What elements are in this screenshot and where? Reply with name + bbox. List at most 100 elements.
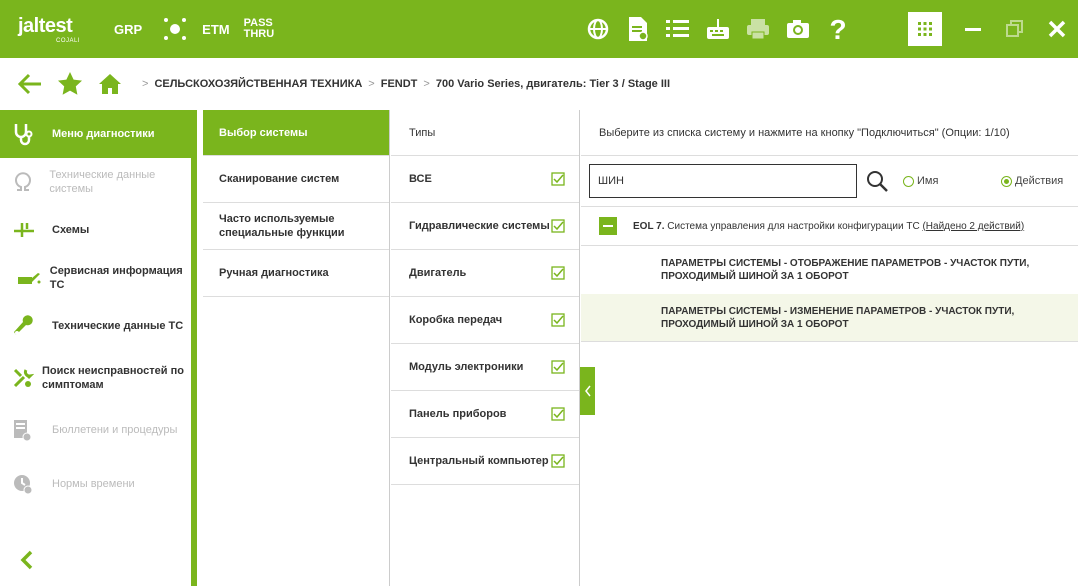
radio-unchecked-icon	[903, 175, 914, 187]
sidebar-item-service-info[interactable]: Сервисная информация ТС	[0, 254, 191, 302]
system-select-item[interactable]: Выбор системы	[203, 110, 389, 156]
sidebar-item-time-norms[interactable]: Нормы времени	[0, 460, 191, 508]
checkbox-checked-icon[interactable]	[551, 219, 565, 233]
search-row: Имя Действия	[581, 156, 1078, 206]
type-filter-label: Панель приборов	[409, 408, 507, 420]
sidebar-item-label: Меню диагностики	[52, 128, 155, 140]
panel-collapse-tab[interactable]	[580, 367, 595, 415]
svg-text:?: ?	[829, 15, 846, 43]
checkbox-checked-icon[interactable]	[551, 360, 565, 374]
type-filter-row[interactable]: Центральный компьютер	[391, 438, 579, 485]
sidebar-item-symptom-troubleshooting[interactable]: Поиск неисправностей по симптомам	[0, 350, 191, 406]
camera-icon[interactable]	[778, 0, 818, 58]
radio-name-label: Имя	[917, 175, 939, 187]
action-item[interactable]: ПАРАМЕТРЫ СИСТЕМЫ - ОТОБРАЖЕНИЕ ПАРАМЕТР…	[581, 246, 1078, 294]
toolbar-icons: ?	[578, 0, 858, 58]
search-input[interactable]	[589, 164, 857, 198]
grp-button[interactable]: GRP	[114, 22, 142, 37]
restore-icon	[1006, 20, 1023, 37]
etm-button[interactable]: ETM	[202, 22, 229, 37]
home-icon	[99, 74, 121, 94]
radio-name[interactable]: Имя	[903, 175, 938, 187]
sidebar-item-system-technical-data[interactable]: Технические данные системы	[0, 158, 191, 206]
types-column: Типы ВСЕ Гидравлические системы Двигател…	[391, 110, 580, 586]
checkbox-checked-icon[interactable]	[551, 454, 565, 468]
collapse-minus-icon[interactable]	[599, 217, 617, 235]
chevron-left-icon	[20, 550, 33, 570]
jaltest-logo: jaltest COJALI	[18, 9, 100, 49]
radio-actions[interactable]: Действия	[1001, 175, 1063, 187]
chevron-left-icon	[584, 385, 591, 397]
type-filter-row[interactable]: Панель приборов	[391, 391, 579, 438]
type-filter-label: Гидравлические системы	[409, 220, 550, 232]
found-actions-link[interactable]: (Найдено 2 действий)	[922, 221, 1024, 232]
globe-icon[interactable]	[578, 0, 618, 58]
type-filter-label: Модуль электроники	[409, 361, 524, 373]
types-header: Типы	[391, 110, 579, 156]
sidebar-item-label: Схемы	[52, 224, 90, 236]
radio-checked-icon	[1001, 175, 1012, 187]
special-functions-item[interactable]: Часто используемые специальные функции	[203, 203, 389, 250]
system-scan-item[interactable]: Сканирование систем	[203, 156, 389, 203]
sidebar: Меню диагностики Технические данные сист…	[0, 110, 197, 586]
breadcrumb-item[interactable]: 700 Vario Series, двигатель: Tier 3 / St…	[436, 78, 670, 90]
sidebar-item-label: Технические данные системы	[49, 169, 156, 195]
top-bar-left: jaltest COJALI GRP ETM PASS THRU	[0, 0, 274, 58]
keyboard-icon[interactable]	[698, 0, 738, 58]
checkbox-checked-icon[interactable]	[551, 172, 565, 186]
window-controls	[952, 0, 1078, 58]
list-icon[interactable]	[658, 0, 698, 58]
action-item[interactable]: ПАРАМЕТРЫ СИСТЕМЫ - ИЗМЕНЕНИЕ ПАРАМЕТРОВ…	[581, 294, 1078, 342]
timer-icon	[12, 470, 48, 498]
main-panel: Выберите из списка систему и нажмите на …	[581, 110, 1078, 586]
checkbox-checked-icon[interactable]	[551, 266, 565, 280]
schematic-icon	[12, 216, 48, 244]
home-button[interactable]	[90, 64, 130, 104]
type-filter-row[interactable]: Модуль электроники	[391, 344, 579, 391]
favorites-button[interactable]	[50, 64, 90, 104]
breadcrumb-item[interactable]: FENDT	[381, 78, 418, 90]
type-filter-row[interactable]: Коробка передач	[391, 297, 579, 344]
stethoscope-icon	[12, 120, 48, 148]
pass-thru-button[interactable]: PASS THRU	[244, 18, 275, 40]
type-filter-row[interactable]: ВСЕ	[391, 156, 579, 203]
result-description: Система управления для настройки конфигу…	[667, 220, 920, 232]
breadcrumb-item[interactable]: СЕЛЬСКОХОЗЯЙСТВЕННАЯ ТЕХНИКА	[154, 78, 362, 90]
breadcrumb-separator: >	[423, 78, 430, 90]
type-filter-row[interactable]: Гидравлические системы	[391, 203, 579, 250]
systems-column: Выбор системы Сканирование систем Часто …	[203, 110, 390, 586]
close-button[interactable]	[1036, 0, 1078, 58]
minimize-button[interactable]	[952, 0, 994, 58]
checkbox-checked-icon[interactable]	[551, 407, 565, 421]
result-group-header[interactable]: EOL 7. Система управления для настройки …	[581, 206, 1078, 246]
type-filter-row[interactable]: Двигатель	[391, 250, 579, 297]
printer-icon[interactable]	[738, 0, 778, 58]
connection-icon[interactable]	[162, 16, 188, 42]
document-icon[interactable]	[618, 0, 658, 58]
sidebar-item-schematics[interactable]: Схемы	[0, 206, 191, 254]
restore-button[interactable]	[994, 0, 1036, 58]
navigation-bar: > СЕЛЬСКОХОЗЯЙСТВЕННАЯ ТЕХНИКА > FENDT >…	[0, 58, 1078, 110]
sidebar-collapse-button[interactable]	[20, 550, 34, 575]
bulletin-icon	[12, 416, 48, 444]
logo-subtext: COJALI	[56, 38, 81, 44]
type-filter-label: ВСЕ	[409, 173, 432, 185]
help-icon[interactable]: ?	[818, 0, 858, 58]
sidebar-item-diagnostics-menu[interactable]: Меню диагностики	[0, 110, 191, 158]
search-icon[interactable]	[865, 169, 889, 193]
instruction-text: Выберите из списка систему и нажмите на …	[581, 110, 1078, 156]
breadcrumb-separator: >	[142, 78, 149, 90]
back-button[interactable]	[10, 64, 50, 104]
sidebar-item-bulletins[interactable]: Бюллетени и процедуры	[0, 406, 191, 454]
arrow-left-icon	[18, 73, 41, 95]
sidebar-item-label: Поиск неисправностей по симптомам	[41, 365, 184, 391]
breadcrumb: > СЕЛЬСКОХОЗЯЙСТВЕННАЯ ТЕХНИКА > FENDT >…	[136, 78, 670, 90]
omega-icon	[12, 168, 45, 196]
manual-diagnostics-item[interactable]: Ручная диагностика	[203, 250, 389, 297]
sidebar-item-vehicle-technical-data[interactable]: Технические данные ТС	[0, 302, 191, 350]
checkbox-checked-icon[interactable]	[551, 313, 565, 327]
result-group-text: EOL 7. Система управления для настройки …	[633, 221, 1024, 232]
type-filter-label: Коробка передач	[409, 314, 503, 326]
apps-grid-button[interactable]	[908, 12, 942, 46]
type-filter-label: Центральный компьютер	[409, 455, 549, 467]
